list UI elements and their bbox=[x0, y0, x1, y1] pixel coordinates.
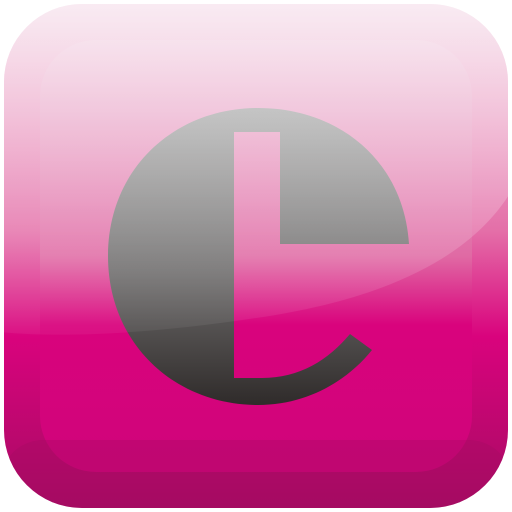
e-letter-app-icon[interactable] bbox=[0, 0, 512, 512]
app-icon-canvas bbox=[0, 0, 512, 512]
icon-bottom-bevel bbox=[4, 440, 508, 508]
